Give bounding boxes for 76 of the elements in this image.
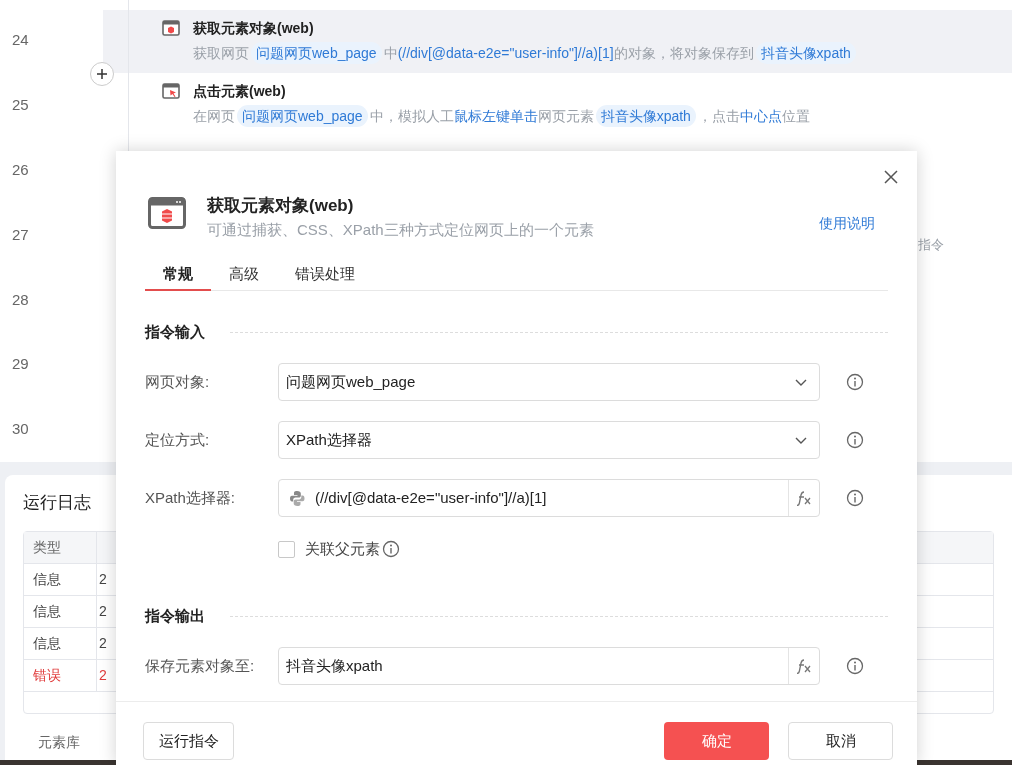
field-label: XPath选择器: [145,487,237,508]
line-number: 28 [12,289,29,310]
variable-tag: 抖音头像xpath [595,105,696,127]
tab[interactable]: 常规 [145,259,211,291]
python-icon [289,489,306,507]
table-cell-text: 2 [99,570,107,589]
field-label: 定位方式: [145,429,211,450]
variable-tag: 抖音头像xpath [755,42,856,64]
parameter-value: 中心点 [739,106,782,126]
dialog-subtitle: 可通过捕获、CSS、XPath三种方式定位网页上的一个元素 [207,220,595,240]
browser-window-icon [162,20,180,36]
dropdown[interactable]: 问题网页web_page [278,363,820,401]
panel-title: 运行日志 [23,492,91,514]
close-icon[interactable] [884,170,898,184]
field-value: 问题网页web_page [285,371,417,392]
chevron-down-icon [795,436,807,444]
table-cell-text: 2 [99,666,107,685]
line-number: 25 [12,95,29,116]
description-text: 位置 [781,106,810,126]
help-link[interactable]: 使用说明 [819,213,875,234]
dropdown[interactable]: XPath选择器 [278,421,820,459]
run-button[interactable]: 运行指令 [143,722,234,760]
line-number: 29 [12,354,29,375]
table-cell-text: 信息 [33,602,61,621]
step-title: 点击元素(web) [193,81,286,101]
field-value: (//div[@data-e2e="user-info"]//a)[1] [315,487,548,508]
description-text: 获取网页 [193,43,249,63]
line-number: 30 [12,419,29,440]
description-text: 中，模拟人工 [369,106,454,126]
chevron-down-icon [795,378,807,386]
function-icon [796,490,812,506]
info-icon[interactable] [846,431,864,449]
description-text: 在网页 [193,106,235,126]
step-title: 获取元素对象(web) [193,18,314,38]
info-icon[interactable] [846,373,864,391]
variable-tag: 问题网页web_page [237,105,368,127]
browser-click-icon [162,83,180,99]
plus-icon [96,68,108,80]
description-text: ，点击 [697,106,740,126]
table-cell-text: 信息 [33,634,61,653]
field-value: 抖音头像xpath [285,655,384,676]
tab[interactable]: 高级 [211,259,277,291]
step-row[interactable]: 获取元素对象(web) 获取网页 问题网页web_page 中(//div[@data-e2e="user-info"]//a)[1]的对象，将对象保存到 抖音头像xpath [103,10,1012,73]
checkbox-label: 关联父元素 [305,538,380,559]
info-icon[interactable] [382,540,400,558]
description-text: 网页元素 [537,106,594,126]
function-icon [796,658,812,674]
section-title: 指令输入 [145,321,205,342]
parameter-value: 鼠标左键单击 [453,106,538,126]
column-header: 类型 [33,538,61,557]
panel-tab[interactable]: 元素库 [38,732,80,753]
input-field[interactable]: 抖音头像xpath [278,647,820,685]
field-label: 保存元素对象至: [145,655,256,676]
field-label: 网页对象: [145,371,211,392]
parameter-value: (//div[@data-e2e="user-info"]//a)[1] [397,43,614,63]
section-title: 指令输出 [145,605,205,626]
description-text: 的对象，将对象保存到 [613,43,754,63]
description-text: 中 [383,43,398,63]
browser-window-icon [148,197,186,229]
tab[interactable]: 错误处理 [277,259,373,291]
step-description: 指令 [918,236,944,254]
table-cell-text: 2 [99,602,107,621]
dialog-title: 获取元素对象(web) [207,195,355,217]
table-cell-text: 错误 [33,666,61,685]
field-value: XPath选择器 [285,429,373,450]
line-number: 24 [12,30,29,51]
line-number: 27 [12,224,29,245]
line-number: 26 [12,159,29,180]
info-icon[interactable] [846,657,864,675]
table-cell-text: 信息 [33,570,61,589]
info-icon[interactable] [846,489,864,507]
cancel-button[interactable]: 取消 [788,722,893,760]
checkbox[interactable] [278,540,295,558]
variable-tag: 问题网页web_page [251,42,382,64]
input-field[interactable]: (//div[@data-e2e="user-info"]//a)[1] [278,479,820,517]
table-cell-text: 2 [99,634,107,653]
